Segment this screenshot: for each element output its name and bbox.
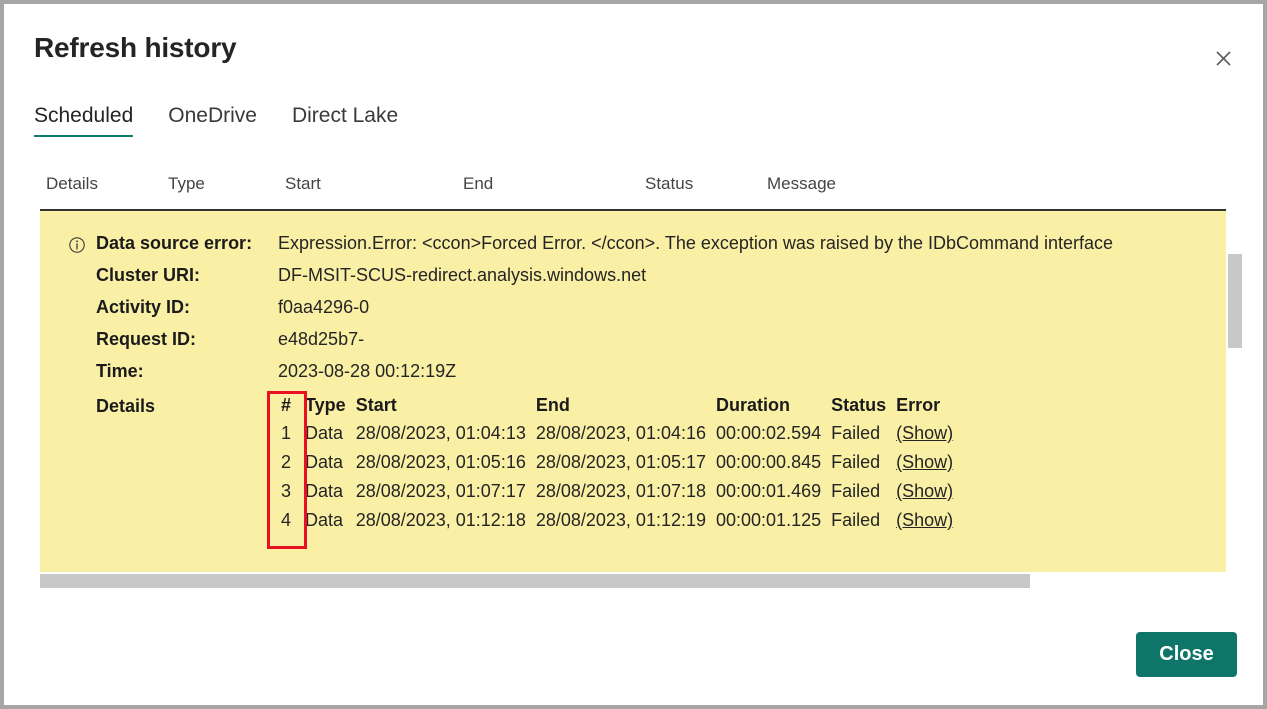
close-icon <box>1215 50 1231 66</box>
cell-type: Data <box>305 510 344 530</box>
cell-duration: 00:00:01.125 <box>716 510 822 530</box>
cell-number: 1 <box>280 423 291 443</box>
error-field-row: Request ID: e48d25b7- <box>40 329 1226 361</box>
column-header-end: End <box>463 174 494 193</box>
table-row: 4 Data 28/08/2023, 01:12:18 28/08/2023, … <box>267 510 963 539</box>
th-duration: Duration <box>716 395 790 415</box>
tab-scheduled[interactable]: Scheduled <box>34 104 134 137</box>
table-row: 2 Data 28/08/2023, 01:05:16 28/08/2023, … <box>267 452 963 481</box>
error-details-panel: Data source error: Expression.Error: <cc… <box>40 211 1226 572</box>
error-field-value: Expression.Error: <ccon>Forced Error. </… <box>278 233 1114 253</box>
column-header-message: Message <box>767 174 836 193</box>
cell-type: Data <box>305 481 344 501</box>
cell-number: 4 <box>280 510 291 530</box>
error-field-label: Activity ID: <box>96 297 191 317</box>
cell-end: 28/08/2023, 01:04:16 <box>535 423 706 443</box>
show-error-link[interactable]: (Show) <box>896 510 953 530</box>
grid-column-headers: Details Type Start End Status Message <box>40 174 1040 206</box>
vertical-scrollbar-thumb[interactable] <box>1228 254 1242 348</box>
show-error-link[interactable]: (Show) <box>896 452 953 472</box>
cell-end: 28/08/2023, 01:05:17 <box>535 452 706 472</box>
cell-duration: 00:00:01.469 <box>716 481 822 501</box>
error-field-row: Time: 2023-08-28 00:12:19Z <box>40 361 1226 393</box>
error-field-value: DF-MSIT-SCUS-redirect.analysis.windows.n… <box>278 265 647 285</box>
error-field-label: Request ID: <box>96 329 197 349</box>
horizontal-scrollbar-thumb[interactable] <box>40 574 1030 588</box>
error-field-value: 2023-08-28 00:12:19Z <box>278 361 457 381</box>
details-section: Details # Type Start End Duration Status… <box>40 395 1226 565</box>
error-field-label: Data source error: <box>96 233 253 253</box>
error-field-value: f0aa4296-0 <box>278 297 370 317</box>
refresh-history-dialog: Refresh history Scheduled OneDrive Direc… <box>0 0 1267 709</box>
tab-onedrive[interactable]: OneDrive <box>168 104 257 137</box>
cell-status: Failed <box>831 423 881 443</box>
horizontal-scrollbar[interactable] <box>40 574 1226 588</box>
cell-type: Data <box>305 423 344 443</box>
close-icon-button[interactable] <box>1207 42 1239 74</box>
error-details-content: Data source error: Expression.Error: <cc… <box>40 211 1226 565</box>
th-start: Start <box>355 395 397 415</box>
cell-status: Failed <box>831 452 881 472</box>
refresh-attempts-table: # Type Start End Duration Status Error 1 <box>267 395 963 539</box>
th-number: # <box>280 395 291 415</box>
cell-number: 3 <box>280 481 291 501</box>
show-error-link[interactable]: (Show) <box>896 423 953 443</box>
info-circle-icon <box>68 236 86 254</box>
cell-type: Data <box>305 452 344 472</box>
cell-duration: 00:00:00.845 <box>716 452 822 472</box>
cell-start: 28/08/2023, 01:05:16 <box>355 452 526 472</box>
error-field-value: e48d25b7- <box>278 329 365 349</box>
page-title: Refresh history <box>34 32 237 63</box>
error-field-label: Cluster URI: <box>96 265 201 285</box>
error-field-row: Activity ID: f0aa4296-0 <box>40 297 1226 329</box>
error-field-row: Cluster URI: DF-MSIT-SCUS-redirect.analy… <box>40 265 1226 297</box>
column-header-status: Status <box>645 174 694 193</box>
cell-end: 28/08/2023, 01:07:18 <box>535 481 706 501</box>
cell-start: 28/08/2023, 01:04:13 <box>355 423 526 443</box>
th-type: Type <box>305 395 346 415</box>
th-end: End <box>535 395 570 415</box>
details-label: Details <box>96 396 156 416</box>
tab-direct-lake[interactable]: Direct Lake <box>292 104 398 137</box>
show-error-link[interactable]: (Show) <box>896 481 953 501</box>
th-status: Status <box>831 395 887 415</box>
cell-duration: 00:00:02.594 <box>716 423 822 443</box>
cell-number: 2 <box>280 452 291 472</box>
error-field-row: Data source error: Expression.Error: <cc… <box>40 233 1226 265</box>
cell-status: Failed <box>831 481 881 501</box>
column-header-type: Type <box>168 174 205 193</box>
error-field-label: Time: <box>96 361 144 381</box>
table-header-row: # Type Start End Duration Status Error <box>267 395 963 423</box>
th-error: Error <box>896 395 941 415</box>
column-header-start: Start <box>285 174 321 193</box>
vertical-scrollbar[interactable] <box>1228 211 1242 572</box>
cell-start: 28/08/2023, 01:07:17 <box>355 481 526 501</box>
table-row: 3 Data 28/08/2023, 01:07:17 28/08/2023, … <box>267 481 963 510</box>
column-header-details: Details <box>46 174 98 193</box>
table-row: 1 Data 28/08/2023, 01:04:13 28/08/2023, … <box>267 423 963 452</box>
cell-start: 28/08/2023, 01:12:18 <box>355 510 526 530</box>
cell-end: 28/08/2023, 01:12:19 <box>535 510 706 530</box>
close-button[interactable]: Close <box>1136 632 1237 677</box>
cell-status: Failed <box>831 510 881 530</box>
tablist: Scheduled OneDrive Direct Lake <box>34 104 433 137</box>
